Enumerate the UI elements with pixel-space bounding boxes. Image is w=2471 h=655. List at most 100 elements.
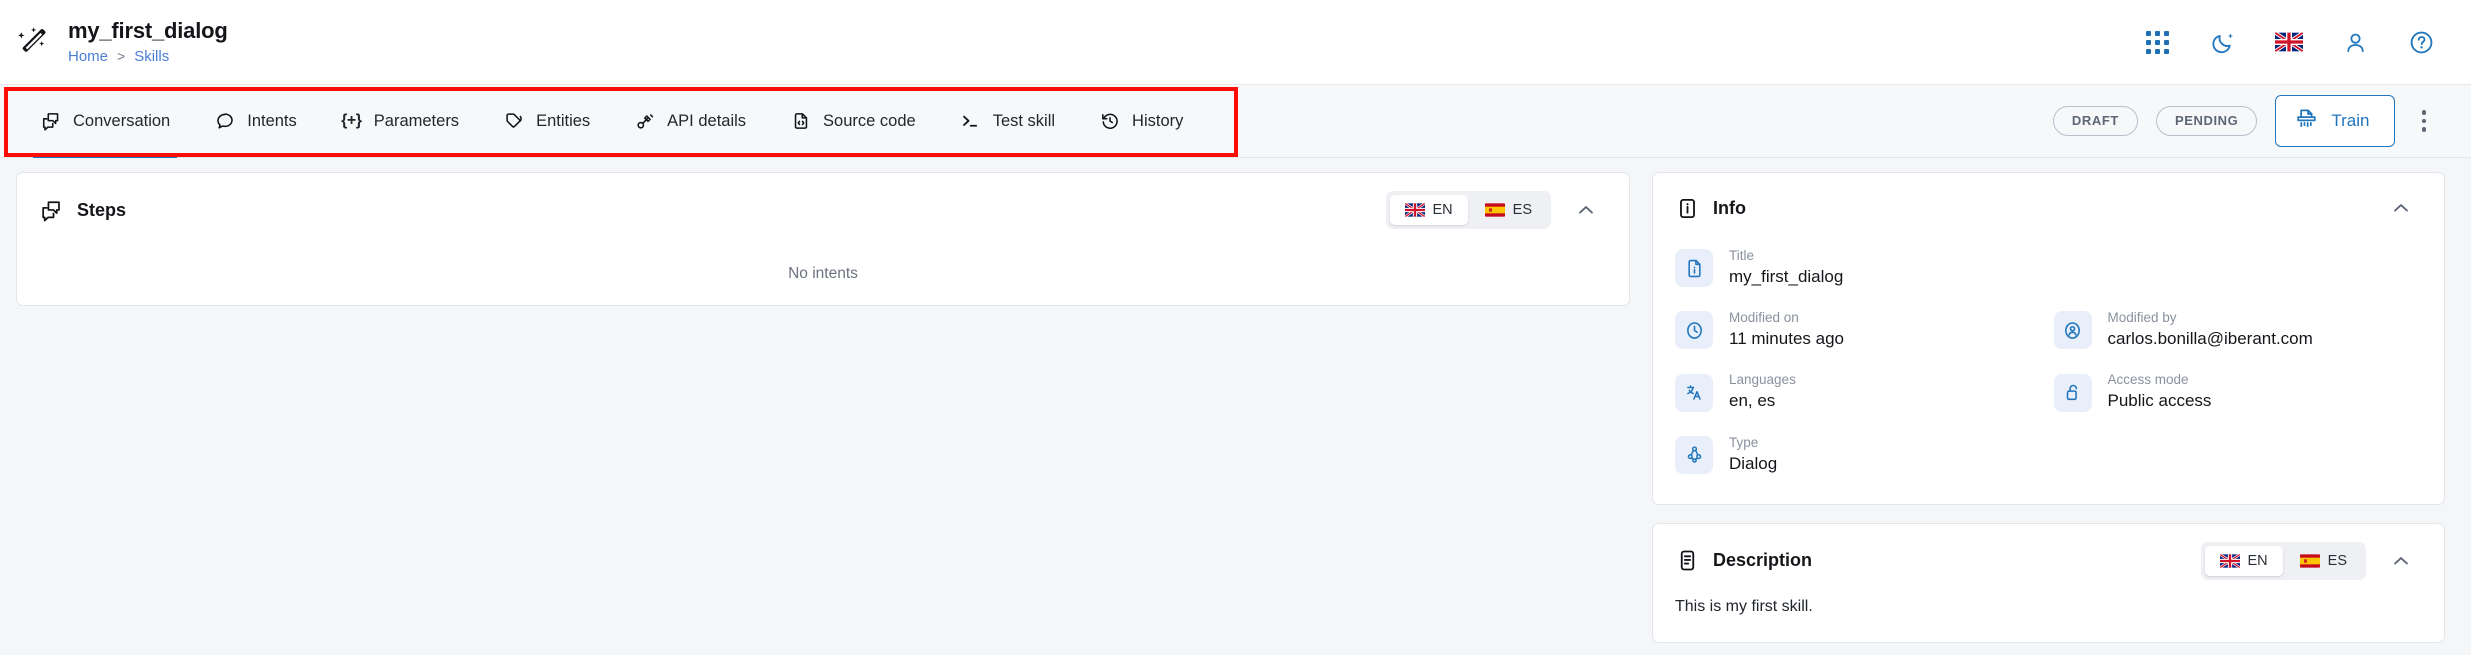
train-button-label: Train xyxy=(2331,111,2370,130)
tab-parameters[interactable]: {+} Parameters xyxy=(319,85,481,158)
description-panel-title: Description xyxy=(1713,550,1813,571)
notes-document-icon xyxy=(1675,549,1699,573)
info-field-label: Title xyxy=(1729,248,1755,263)
magic-wand-icon xyxy=(14,24,50,60)
plug-connector-icon xyxy=(634,111,655,132)
description-language-switch: EN ES xyxy=(2200,541,2366,580)
info-field-value: carlos.bonilla@iberant.com xyxy=(2107,329,2313,349)
info-collapse-chevron-up-icon[interactable] xyxy=(2380,191,2422,225)
help-question-icon[interactable] xyxy=(2407,28,2435,56)
tab-label: Conversation xyxy=(73,111,171,130)
steps-panel-title-group: Steps xyxy=(39,198,126,222)
info-field-type: Type Dialog xyxy=(1675,428,2044,482)
left-column: Steps EN ES No intents xyxy=(16,172,1630,306)
info-grid-filler xyxy=(2054,241,2423,295)
info-field-label: Modified on xyxy=(1729,310,1799,326)
breadcrumb-skills-link[interactable]: Skills xyxy=(134,48,169,65)
tab-label: Source code xyxy=(823,111,916,130)
info-grid-filler xyxy=(2054,428,2423,482)
train-shredder-icon xyxy=(2294,106,2319,136)
description-panel-header: Description EN ES xyxy=(1653,524,2444,594)
header-icon-group xyxy=(2143,28,2435,56)
description-language-es-label: ES xyxy=(2327,552,2347,569)
steps-panel-header: Steps EN ES xyxy=(17,173,1629,243)
terminal-prompt-icon xyxy=(960,111,981,132)
spain-flag-icon xyxy=(2299,554,2320,568)
info-field-value: en, es xyxy=(1729,391,1776,411)
brand-block: my_first_dialog Home > Skills xyxy=(14,19,228,65)
description-panel: Description EN ES This is my first skill… xyxy=(1652,522,2445,643)
unlocked-padlock-icon xyxy=(2053,373,2092,412)
dark-mode-moon-icon[interactable] xyxy=(2209,28,2237,56)
breadcrumb-separator: > xyxy=(117,48,126,65)
curly-brace-plus-icon: {+} xyxy=(341,112,362,129)
info-field-modified-on: Modified on 11 minutes ago xyxy=(1675,303,2044,357)
right-column: Info Title my_first_dialog Modified on 1… xyxy=(1652,172,2445,643)
steps-empty-text: No intents xyxy=(788,265,858,282)
info-field-access-mode: Access mode Public access xyxy=(2053,365,2423,419)
conversation-icon xyxy=(39,198,63,222)
steps-language-es-label: ES xyxy=(1512,202,1532,218)
uk-flag-icon xyxy=(1404,203,1425,217)
info-field-label: Modified by xyxy=(2107,310,2177,326)
info-field-texts: Title my_first_dialog xyxy=(1729,248,1844,287)
user-circle-icon xyxy=(2053,311,2092,350)
tab-bar: Conversation Intents {+} Parameters Enti… xyxy=(0,85,2471,158)
language-flag-en-icon[interactable] xyxy=(2275,28,2303,56)
apps-grid-icon[interactable] xyxy=(2143,28,2171,56)
tab-conversation[interactable]: Conversation xyxy=(18,85,192,158)
breadcrumb: Home > Skills xyxy=(68,48,228,65)
steps-collapse-chevron-up-icon[interactable] xyxy=(1565,193,1607,227)
description-panel-title-group: Description xyxy=(1675,549,1812,573)
info-panel-body: Title my_first_dialog Modified on 11 min… xyxy=(1653,239,2444,504)
steps-empty-state: No intents xyxy=(17,243,1629,305)
tab-api-details[interactable]: API details xyxy=(612,85,768,158)
description-language-es[interactable]: ES xyxy=(2285,546,2362,576)
info-panel-title-group: Info xyxy=(1675,196,1746,220)
user-account-icon[interactable] xyxy=(2341,28,2369,56)
info-field-grid: Title my_first_dialog Modified on 11 min… xyxy=(1675,241,2422,482)
steps-language-en-label: EN xyxy=(1432,202,1453,218)
tab-history[interactable]: History xyxy=(1077,85,1205,158)
tab-bar-region: Conversation Intents {+} Parameters Enti… xyxy=(0,85,2471,158)
info-field-label: Access mode xyxy=(2107,372,2189,388)
app-header: my_first_dialog Home > Skills xyxy=(0,0,2471,85)
tab-label: Test skill xyxy=(992,111,1056,130)
tab-label: Intents xyxy=(247,111,297,130)
info-box-icon xyxy=(1675,196,1699,220)
status-badge-draft[interactable]: DRAFT xyxy=(2052,106,2138,136)
steps-language-en[interactable]: EN xyxy=(1389,195,1468,225)
steps-language-switch: EN ES xyxy=(1385,191,1551,229)
tab-source-code[interactable]: Source code xyxy=(768,85,938,158)
description-language-en-label: EN xyxy=(2247,552,2268,569)
file-code-icon xyxy=(790,111,811,132)
tab-intents[interactable]: Intents xyxy=(192,85,319,158)
description-text: This is my first skill. xyxy=(1675,597,1813,615)
train-button[interactable]: Train xyxy=(2275,95,2395,147)
status-badge-pending[interactable]: PENDING xyxy=(2155,106,2258,136)
tab-label: API details xyxy=(667,111,747,130)
info-panel-header: Info xyxy=(1653,173,2444,239)
info-field-value: Public access xyxy=(2107,391,2212,411)
info-field-value: my_first_dialog xyxy=(1729,266,1844,286)
tab-test-skill[interactable]: Test skill xyxy=(938,85,1077,158)
kebab-menu-icon[interactable] xyxy=(2413,104,2436,138)
info-field-modified-by: Modified by carlos.bonilla@iberant.com xyxy=(2053,303,2423,357)
clock-icon xyxy=(1675,311,1713,350)
tab-entities[interactable]: Entities xyxy=(481,85,612,158)
info-field-title: Title my_first_dialog xyxy=(1675,241,2044,295)
document-info-icon xyxy=(1675,249,1713,288)
spain-flag-icon xyxy=(1484,203,1505,217)
description-collapse-chevron-up-icon[interactable] xyxy=(2380,544,2422,578)
info-field-value: Dialog xyxy=(1729,453,1778,473)
tab-label: Entities xyxy=(536,111,591,130)
description-language-en[interactable]: EN xyxy=(2204,545,2283,576)
info-field-label: Languages xyxy=(1729,372,1796,388)
info-panel: Info Title my_first_dialog Modified on 1… xyxy=(1652,172,2445,505)
steps-language-es[interactable]: ES xyxy=(1470,195,1547,225)
tab-list: Conversation Intents {+} Parameters Enti… xyxy=(18,85,1205,158)
breadcrumb-home-link[interactable]: Home xyxy=(68,48,108,65)
translate-icon xyxy=(1675,373,1713,412)
info-field-texts: Type Dialog xyxy=(1729,435,1778,474)
title-block: my_first_dialog Home > Skills xyxy=(68,19,228,65)
